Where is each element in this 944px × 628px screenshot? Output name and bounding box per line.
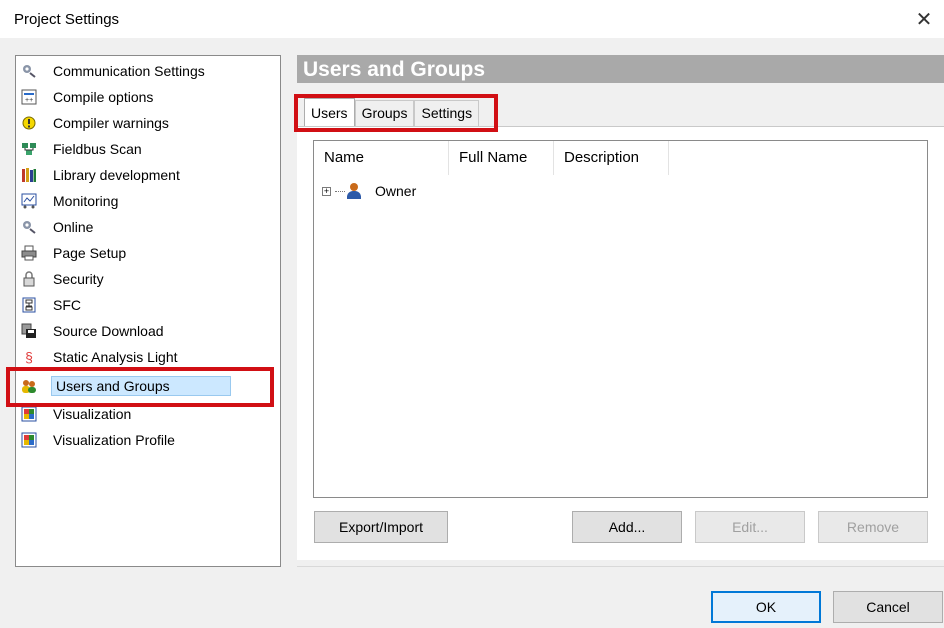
section-icon: § [25, 349, 33, 365]
compile-icon: ++ [21, 89, 37, 105]
download-icon [21, 323, 37, 339]
gear-icon [21, 63, 37, 79]
title-bar: Project Settings ✕ [0, 0, 944, 38]
tree-item-label: Page Setup [53, 245, 127, 261]
tree-item-label: Security [53, 271, 104, 287]
tree-item-label: Visualization Profile [53, 432, 175, 448]
users-list[interactable]: Name Full Name Description + Owner [313, 140, 928, 498]
svg-text:++: ++ [25, 97, 33, 104]
tree-item-page-setup[interactable]: Page Setup [21, 241, 128, 265]
visualization-icon [21, 432, 37, 448]
warning-icon [21, 115, 37, 131]
tree-item-online[interactable]: Online [21, 215, 95, 239]
tree-item-source-download[interactable]: Source Download [21, 319, 166, 343]
printer-icon [21, 245, 37, 261]
edit-button[interactable]: Edit... [695, 511, 805, 543]
tree-item-security[interactable]: Security [21, 267, 106, 291]
panel-title: Users and Groups [297, 55, 944, 83]
tree-item-monitoring[interactable]: Monitoring [21, 189, 120, 213]
column-header-full-name[interactable]: Full Name [449, 141, 554, 175]
library-icon [21, 167, 37, 183]
expand-icon[interactable]: + [322, 186, 331, 196]
tree-connector [335, 190, 345, 192]
tree-item-compile-options[interactable]: ++ Compile options [21, 85, 155, 109]
window-title: Project Settings [14, 11, 120, 28]
tree-item-users-and-groups[interactable]: Users and Groups [21, 374, 231, 398]
tree-item-label: Communication Settings [53, 63, 205, 79]
tree-item-label: SFC [53, 297, 81, 313]
visualization-icon [21, 406, 37, 422]
tab-strip: Users Groups Settings [304, 98, 480, 126]
tree-item-library-development[interactable]: Library development [21, 163, 182, 187]
tree-item-visualization[interactable]: Visualization [21, 402, 133, 426]
tree-item-label: Static Analysis Light [53, 349, 178, 365]
cancel-button[interactable]: Cancel [833, 591, 943, 623]
tree-item-fieldbus-scan[interactable]: Fieldbus Scan [21, 137, 144, 161]
tree-item-label: Compile options [53, 89, 154, 105]
tree-item-label: Fieldbus Scan [53, 141, 142, 157]
tab-users[interactable]: Users [304, 98, 355, 126]
tab-settings[interactable]: Settings [414, 100, 480, 126]
settings-tree: Communication Settings ++ Compile option… [15, 55, 281, 567]
users-icon [21, 378, 37, 394]
close-icon[interactable]: ✕ [904, 0, 944, 38]
gear-icon [21, 219, 37, 235]
tree-item-compiler-warnings[interactable]: Compiler warnings [21, 111, 171, 135]
tree-item-sfc[interactable]: SFC [21, 293, 83, 317]
tree-item-label: Library development [53, 167, 180, 183]
tree-item-communication-settings[interactable]: Communication Settings [21, 59, 207, 83]
remove-button[interactable]: Remove [818, 511, 928, 543]
tree-item-visualization-profile[interactable]: Visualization Profile [21, 428, 177, 452]
fieldbus-icon [21, 141, 37, 157]
tree-item-label: Users and Groups [51, 376, 231, 396]
export-import-button[interactable]: Export/Import [314, 511, 448, 543]
user-name: Owner [375, 183, 417, 199]
ok-button[interactable]: OK [711, 591, 821, 623]
monitor-icon [21, 193, 37, 209]
tab-groups[interactable]: Groups [354, 100, 415, 126]
sfc-icon [21, 297, 37, 313]
tree-item-label: Monitoring [53, 193, 119, 209]
tree-item-label: Source Download [53, 323, 164, 339]
user-icon [347, 183, 361, 199]
lock-icon [21, 271, 37, 287]
list-item[interactable]: + Owner [322, 181, 416, 201]
tree-item-static-analysis-light[interactable]: § Static Analysis Light [21, 345, 180, 369]
column-header-name[interactable]: Name [314, 141, 449, 175]
column-header-description[interactable]: Description [554, 141, 669, 175]
add-button[interactable]: Add... [572, 511, 682, 543]
divider [297, 566, 944, 567]
tree-item-label: Online [53, 219, 94, 235]
tree-item-label: Compiler warnings [53, 115, 169, 131]
tree-item-label: Visualization [53, 406, 132, 422]
